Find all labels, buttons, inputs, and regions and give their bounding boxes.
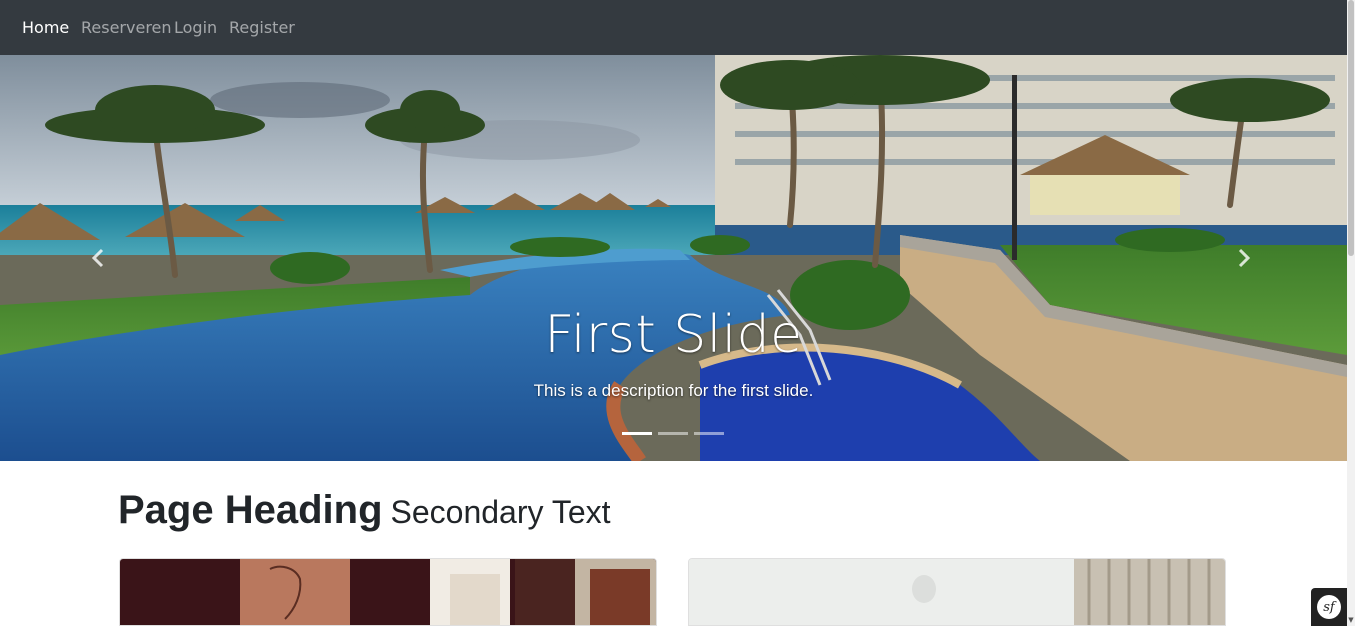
slide-title: First Slide: [544, 305, 803, 365]
page-title: Page Heading: [118, 488, 383, 532]
scrollbar-thumb[interactable]: [1348, 0, 1354, 256]
symfony-toolbar-button[interactable]: sf: [1311, 588, 1347, 626]
card-room-1[interactable]: [119, 558, 657, 626]
carousel-indicator-2[interactable]: [658, 432, 688, 435]
carousel-indicators: [622, 432, 724, 435]
chevron-right-icon: [1238, 248, 1251, 268]
page-heading: Page Heading Secondary Text: [118, 488, 611, 533]
symfony-logo-icon: sf: [1317, 595, 1341, 619]
page-scrollbar[interactable]: ▼: [1347, 0, 1355, 626]
carousel-next-button[interactable]: [1224, 233, 1264, 283]
page-subtitle: Secondary Text: [390, 494, 611, 530]
carousel-prev-button[interactable]: [78, 233, 118, 283]
carousel-indicator-3[interactable]: [694, 432, 724, 435]
card-image: [120, 559, 656, 625]
carousel-indicator-1[interactable]: [622, 432, 652, 435]
nav-reserveren-link[interactable]: Reserveren: [81, 18, 172, 37]
slide-description: This is a description for the first slid…: [533, 381, 814, 400]
card-room-2[interactable]: [688, 558, 1226, 626]
nav-home-link[interactable]: Home: [22, 18, 69, 37]
nav-register-link[interactable]: Register: [229, 18, 295, 37]
card-image: [689, 559, 1225, 625]
chevron-left-icon: [91, 248, 104, 268]
navbar: Home Reserveren Login Register: [0, 0, 1347, 55]
hero-carousel: First Slide This is a description for th…: [0, 55, 1347, 461]
scroll-down-icon[interactable]: ▼: [1347, 616, 1355, 624]
nav-login-link[interactable]: Login: [174, 18, 217, 37]
